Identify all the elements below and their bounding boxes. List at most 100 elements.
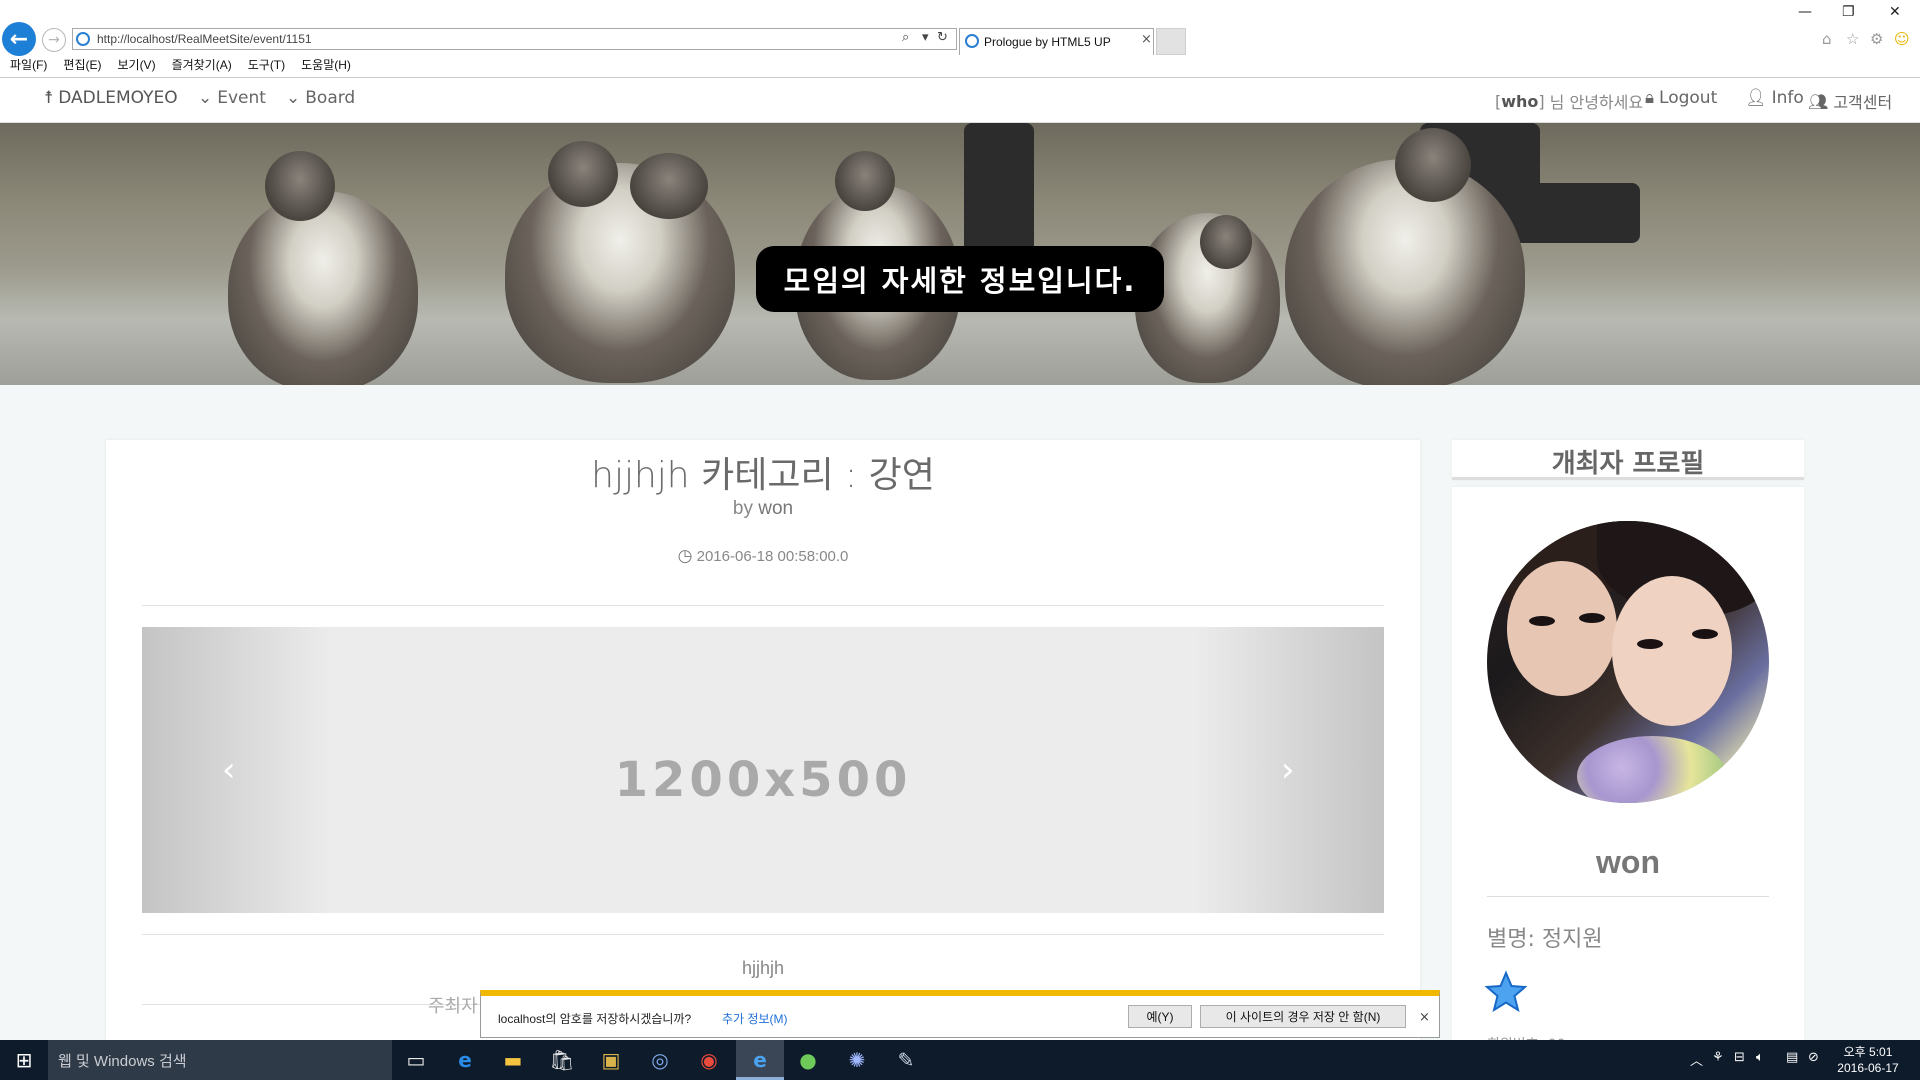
greeting-user: who — [1501, 91, 1539, 111]
tab-title: Prologue by HTML5 UP — [984, 35, 1111, 49]
paint-icon[interactable]: ✎ — [887, 1045, 925, 1075]
smiley-icon[interactable]: ☺ — [1894, 30, 1910, 48]
search-icon[interactable]: ⌕ — [902, 30, 909, 45]
duckling-image — [1285, 159, 1525, 385]
back-button[interactable]: ← — [2, 22, 36, 56]
hero-photo-detail — [1500, 183, 1640, 243]
ie-page-icon — [76, 32, 90, 46]
profile-nickname: 별명: 정지원 — [1487, 927, 1603, 952]
menu-view[interactable]: 보기(V) — [117, 56, 155, 74]
lock-icon: 🔒︎ — [1645, 88, 1655, 108]
gear-icon[interactable]: ⚙ — [1870, 30, 1883, 48]
event-author: by won — [106, 498, 1420, 520]
menu-tools[interactable]: 도구(T) — [248, 56, 285, 74]
greeting-suffix: 님 안녕하세요 — [1549, 93, 1644, 112]
duckling-image — [228, 191, 418, 385]
duckling-image — [630, 153, 708, 219]
save-password-yes-button[interactable]: 예(Y) — [1128, 1005, 1192, 1028]
taskbar-search[interactable]: 웹 및 Windows 검색 — [48, 1040, 392, 1080]
tray-app-icon[interactable]: ⚘ — [1712, 1050, 1724, 1065]
task-view-icon[interactable]: ▭ — [397, 1045, 435, 1075]
logout-link[interactable]: 🔒︎ Logout — [1645, 88, 1717, 108]
volume-muted-icon[interactable]: 🔈︎ — [1756, 1050, 1764, 1065]
package-icon[interactable]: ▣ — [592, 1045, 630, 1075]
forward-button[interactable]: → — [42, 28, 66, 52]
search-placeholder: 웹 및 Windows 검색 — [58, 1052, 187, 1070]
support-link[interactable]: 👥︎ 고객센터 — [1808, 89, 1892, 113]
event-name: hjjhjh — [591, 455, 690, 496]
close-window-icon[interactable]: ✕ — [1889, 4, 1901, 20]
event-description: hjjhjh — [741, 958, 785, 978]
windows-icon: ⊞ — [15, 1048, 33, 1072]
home-icon[interactable]: ⌂ — [1822, 30, 1832, 48]
event-title: hjjhjh 카테고리 : 강연 — [106, 446, 1420, 498]
tab-prologue[interactable]: Prologue by HTML5 UP — [959, 28, 1154, 55]
address-bar[interactable]: http://localhost/RealMeetSite/event/1151 — [72, 28, 957, 50]
hero-title: 모임의 자세한 정보입니다. — [756, 246, 1164, 312]
arrow-left-icon: ← — [9, 26, 29, 52]
clock-time[interactable]: 오후 5:01 — [1842, 1043, 1894, 1060]
minimize-icon[interactable]: — — [1798, 4, 1812, 20]
profile-header: 개최자 프로필 — [1452, 440, 1804, 480]
edge-icon[interactable]: e — [446, 1045, 484, 1075]
file-explorer-icon[interactable]: ▬ — [494, 1045, 532, 1075]
menu-help[interactable]: 도움말(H) — [301, 56, 351, 74]
chevron-left-icon[interactable]: ‹ — [222, 750, 236, 790]
notification-icon[interactable]: ⊘ — [1808, 1050, 1819, 1065]
avatar — [1487, 521, 1769, 803]
menu-bar: 파일(F) 편집(E) 보기(V) 즐겨찾기(A) 도구(T) 도움말(H) — [0, 56, 357, 74]
restore-icon[interactable]: ❐ — [1842, 4, 1855, 20]
more-info-link[interactable]: 추가 정보(M) — [722, 1010, 787, 1027]
info-label: Info — [1771, 88, 1804, 108]
author-name: won — [758, 498, 794, 519]
never-save-button[interactable]: 이 사이트의 경우 저장 안 함(N) — [1200, 1005, 1406, 1028]
brand-label: DADLEMOYEO — [58, 88, 178, 108]
ie-tab-icon — [965, 34, 979, 48]
close-bar-icon[interactable]: × — [1419, 1010, 1430, 1025]
star-badge-icon — [1484, 970, 1528, 1014]
save-password-message: localhost의 암호를 저장하시겠습니까? — [498, 1012, 692, 1026]
logout-label: Logout — [1659, 88, 1718, 108]
chevron-up-icon[interactable]: ︿ — [1690, 1050, 1703, 1069]
datetime-text: 2016-06-18 00:58:00.0 — [696, 548, 849, 565]
divider — [1487, 896, 1769, 897]
network-tray-icon[interactable]: ⊟ — [1734, 1050, 1745, 1065]
menu-edit[interactable]: 편집(E) — [63, 56, 101, 74]
person-icon: ☨ — [44, 88, 54, 108]
menu-favorites[interactable]: 즐겨찾기(A) — [172, 56, 232, 74]
nav-brand[interactable]: ☨ DADLEMOYEO — [44, 88, 178, 108]
greeting: [who] 님 안녕하세요 — [1495, 89, 1643, 113]
spring-tool-icon[interactable]: ● — [789, 1045, 827, 1075]
divider — [142, 934, 1384, 935]
action-center-icon[interactable]: ▤ — [1786, 1050, 1798, 1065]
refresh-icon[interactable]: ↻ — [937, 30, 948, 45]
chrome-icon[interactable]: ◉ — [690, 1045, 728, 1075]
nav-board-label: Board — [305, 88, 356, 108]
duckling-image — [1395, 128, 1471, 202]
by-label: by — [732, 498, 753, 519]
duckling-image — [265, 151, 335, 221]
ie-icon: e — [753, 1048, 767, 1072]
chevron-right-icon[interactable]: › — [1281, 750, 1295, 790]
start-button[interactable]: ⊞ — [0, 1040, 48, 1080]
clock-icon: ◷ — [677, 546, 693, 565]
carousel-placeholder-text: 1200x500 — [614, 752, 912, 808]
duckling-image — [835, 151, 895, 211]
app-icon[interactable]: ◎ — [641, 1045, 679, 1075]
tab-close-icon[interactable]: × — [1141, 32, 1152, 47]
star-icon[interactable]: ☆ — [1846, 30, 1859, 48]
chevron-down-icon[interactable]: ▾ — [922, 30, 929, 45]
address-url[interactable]: http://localhost/RealMeetSite/event/1151 — [97, 32, 312, 46]
new-tab-button[interactable] — [1156, 28, 1186, 55]
user-plus-icon: 👤︎ — [1745, 88, 1767, 108]
store-icon[interactable]: 🛍︎ — [543, 1045, 581, 1075]
users-icon: 👥︎ — [1808, 91, 1829, 111]
network-icon[interactable]: ✺ — [838, 1045, 876, 1075]
nav-event[interactable]: ⌄ Event — [198, 88, 266, 108]
info-link[interactable]: 👤︎ Info — [1745, 88, 1804, 108]
nav-board[interactable]: ⌄ Board — [286, 88, 355, 108]
event-datetime: ◷ 2016-06-18 00:58:00.0 — [106, 546, 1420, 566]
clock-date[interactable]: 2016-06-17 — [1836, 1061, 1900, 1075]
chevron-double-down-icon: ⌄ — [198, 88, 213, 108]
menu-file[interactable]: 파일(F) — [10, 56, 47, 74]
